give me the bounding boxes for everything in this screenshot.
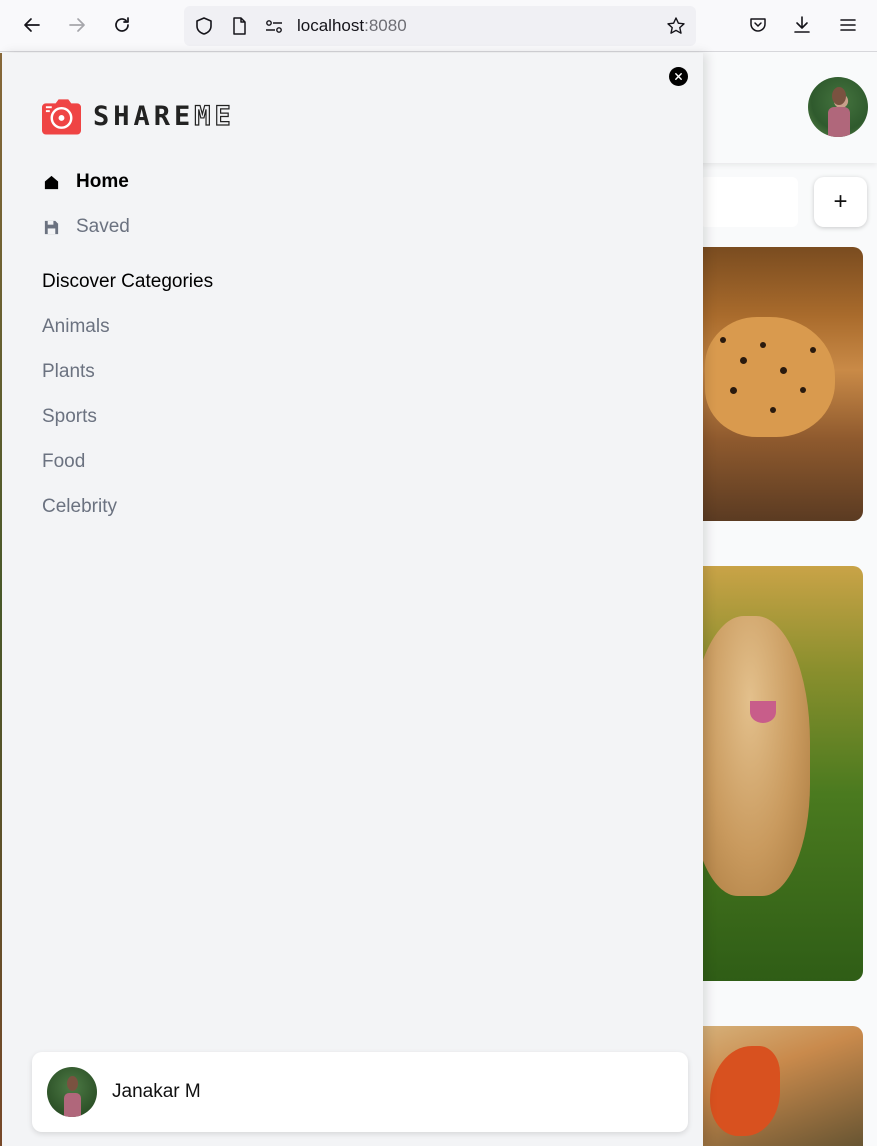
sidebar-drawer: SHAREME Home Saved Discover Categories A… [2,53,703,1146]
categories-heading: Discover Categories [42,271,214,292]
sidebar-item-saved[interactable]: Saved [42,216,130,238]
category-animals[interactable]: Animals [42,316,110,338]
add-pin-button[interactable]: + [814,177,867,227]
pocket-icon[interactable] [745,12,771,38]
url-port: :8080 [364,16,407,35]
star-icon[interactable] [666,16,686,36]
category-celebrity[interactable]: Celebrity [42,496,117,518]
home-icon [42,173,60,191]
logo[interactable]: SHAREME [42,97,235,135]
url-bar[interactable]: localhost:8080 [184,6,696,46]
download-icon[interactable] [789,12,815,38]
sidebar-item-label: Saved [76,216,130,237]
close-icon [675,73,682,80]
url-text: localhost:8080 [297,16,407,36]
url-host: localhost [297,16,365,35]
close-sidebar-button[interactable] [669,67,688,86]
forward-arrow-icon[interactable] [64,12,90,38]
user-profile-card[interactable]: Janakar M [32,1052,688,1132]
sidebar-item-home[interactable]: Home [42,171,129,193]
back-arrow-icon[interactable] [19,12,45,38]
logo-text-thin: ME [194,100,235,132]
camera-logo-icon [42,97,81,135]
save-icon [42,218,60,236]
search-input[interactable] [700,177,798,227]
category-sports[interactable]: Sports [42,406,97,428]
menu-icon[interactable] [835,12,861,38]
user-name: Janakar M [112,1081,201,1102]
header-avatar[interactable] [808,77,868,137]
reload-icon[interactable] [109,12,135,38]
category-food[interactable]: Food [42,451,85,473]
browser-toolbar: localhost:8080 [0,0,877,52]
sidebar-item-label: Home [76,171,129,192]
category-plants[interactable]: Plants [42,361,95,383]
page-icon[interactable] [229,16,249,36]
avatar [47,1067,97,1117]
permissions-icon[interactable] [264,16,284,36]
shield-icon[interactable] [194,16,214,36]
logo-text: SHAREME [93,100,235,132]
logo-text-bold: SHARE [93,100,195,132]
